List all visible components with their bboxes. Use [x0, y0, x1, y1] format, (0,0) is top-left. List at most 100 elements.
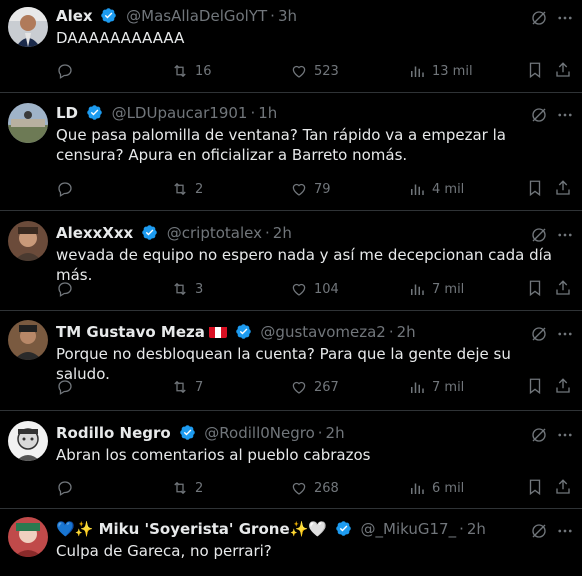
- timestamp[interactable]: 2h: [326, 424, 345, 442]
- author-name[interactable]: 💙✨ Miku 'Soyerista' Grone✨🤍: [56, 520, 327, 538]
- separator-dot: ·: [317, 424, 323, 442]
- grok-icon[interactable]: [530, 522, 548, 540]
- author-handle[interactable]: @MasAllaDelGolYT: [126, 7, 267, 25]
- avatar[interactable]: [8, 7, 48, 47]
- like-count: 79: [314, 181, 331, 197]
- tweet[interactable]: Alex @MasAllaDelGolYT · 3h DAAAAAAAAAAA 16…: [0, 0, 582, 93]
- view-count: 4 mil: [432, 181, 465, 197]
- grok-icon[interactable]: [530, 226, 548, 244]
- more-options-icon[interactable]: [556, 226, 574, 244]
- like-count: 267: [314, 379, 339, 395]
- reply-button[interactable]: [56, 279, 80, 299]
- share-icon: [556, 62, 570, 77]
- retweet-button[interactable]: 3: [171, 279, 203, 299]
- author-handle[interactable]: @criptotalex: [167, 224, 262, 242]
- bookmark-button[interactable]: [526, 478, 544, 500]
- timestamp[interactable]: 2h: [467, 520, 486, 538]
- author-name[interactable]: Rodillo Negro: [56, 424, 171, 442]
- verified-badge-icon: [142, 225, 157, 240]
- author-name[interactable]: LD: [56, 104, 78, 122]
- heart-icon: [292, 183, 306, 196]
- views-chart-icon: [411, 184, 424, 195]
- more-options-icon[interactable]: [556, 9, 574, 27]
- retweet-icon: [174, 64, 186, 78]
- avatar[interactable]: [8, 320, 48, 360]
- timestamp[interactable]: 2h: [397, 323, 416, 341]
- retweet-count: 3: [195, 281, 204, 297]
- retweet-button[interactable]: 7: [171, 377, 203, 397]
- more-options-icon[interactable]: [556, 106, 574, 124]
- views-button[interactable]: 4 mil: [408, 179, 464, 199]
- views-chart-icon: [411, 66, 424, 77]
- timestamp[interactable]: 3h: [278, 7, 297, 25]
- retweet-button[interactable]: 16: [171, 61, 212, 81]
- author-name[interactable]: AlexxXxx: [56, 224, 133, 242]
- views-button[interactable]: 7 mil: [408, 377, 464, 397]
- retweet-button[interactable]: 2: [171, 478, 203, 498]
- share-button[interactable]: [554, 377, 572, 399]
- more-options-icon[interactable]: [556, 325, 574, 343]
- more-options-icon[interactable]: [556, 426, 574, 444]
- reply-icon: [58, 282, 72, 297]
- like-count: 268: [314, 480, 339, 496]
- reply-button[interactable]: [56, 478, 80, 498]
- reply-button[interactable]: [56, 179, 80, 199]
- reply-icon: [58, 64, 72, 79]
- bookmark-button[interactable]: [526, 179, 544, 201]
- timestamp[interactable]: 2h: [273, 224, 292, 242]
- separator-dot: ·: [388, 323, 394, 341]
- tweet[interactable]: LD @LDUpaucar1901 · 1h Que pasa palomilla …: [0, 93, 582, 211]
- tweet[interactable]: TM Gustavo Meza @gustavomeza2 · 2h Porque …: [0, 311, 582, 411]
- author-handle[interactable]: @Rodill0Negro: [204, 424, 314, 442]
- share-button[interactable]: [554, 179, 572, 201]
- views-button[interactable]: 13 mil: [408, 61, 473, 81]
- bookmark-button[interactable]: [526, 61, 544, 83]
- bookmark-button[interactable]: [526, 279, 544, 301]
- grok-icon[interactable]: [530, 106, 548, 124]
- tweet-text: Abran los comentarios al pueblo cabrazos: [56, 446, 371, 464]
- bookmark-button[interactable]: [526, 377, 544, 399]
- grok-icon[interactable]: [530, 426, 548, 444]
- share-icon: [556, 280, 570, 295]
- like-button[interactable]: 267: [290, 377, 339, 397]
- reply-button[interactable]: [56, 61, 80, 81]
- author-name[interactable]: Alex: [56, 7, 93, 25]
- reply-button[interactable]: [56, 377, 80, 397]
- avatar[interactable]: [8, 221, 48, 261]
- like-button[interactable]: 79: [290, 179, 331, 199]
- more-options-icon[interactable]: [556, 522, 574, 540]
- reply-icon: [58, 380, 72, 395]
- author-handle[interactable]: @_MikuG17_: [361, 520, 457, 538]
- bookmark-icon: [529, 180, 541, 197]
- grok-icon[interactable]: [530, 9, 548, 27]
- view-count: 7 mil: [432, 379, 465, 395]
- tweet[interactable]: Rodillo Negro @Rodill0Negro · 2h Abran los…: [0, 411, 582, 509]
- action-bar: 16 523 13 mil: [56, 61, 570, 81]
- reply-icon: [58, 481, 72, 496]
- like-button[interactable]: 104: [290, 279, 339, 299]
- author-name[interactable]: TM Gustavo Meza: [56, 323, 205, 341]
- view-count: 6 mil: [432, 480, 465, 496]
- views-button[interactable]: 7 mil: [408, 279, 464, 299]
- avatar[interactable]: [8, 517, 48, 557]
- like-button[interactable]: 268: [290, 478, 339, 498]
- grok-icon[interactable]: [530, 325, 548, 343]
- views-button[interactable]: 6 mil: [408, 478, 464, 498]
- share-button[interactable]: [554, 478, 572, 500]
- share-icon: [556, 479, 570, 494]
- verified-badge-icon: [335, 521, 351, 536]
- tweet[interactable]: AlexxXxx @criptotalex · 2h wevada de equip…: [0, 211, 582, 311]
- share-icon: [556, 180, 570, 195]
- like-button[interactable]: 523: [290, 61, 339, 81]
- share-button[interactable]: [554, 61, 572, 83]
- verified-badge-icon: [101, 8, 117, 23]
- share-button[interactable]: [554, 279, 572, 301]
- retweet-button[interactable]: 2: [171, 179, 203, 199]
- author-handle[interactable]: @gustavomeza2: [260, 323, 385, 341]
- timestamp[interactable]: 1h: [258, 104, 277, 122]
- tweet[interactable]: 💙✨ Miku 'Soyerista' Grone✨🤍 @_MikuG17_ · 2…: [0, 509, 582, 576]
- avatar[interactable]: [8, 421, 48, 461]
- views-chart-icon: [411, 284, 424, 295]
- author-handle[interactable]: @LDUpaucar1901: [112, 104, 248, 122]
- avatar[interactable]: [8, 103, 48, 143]
